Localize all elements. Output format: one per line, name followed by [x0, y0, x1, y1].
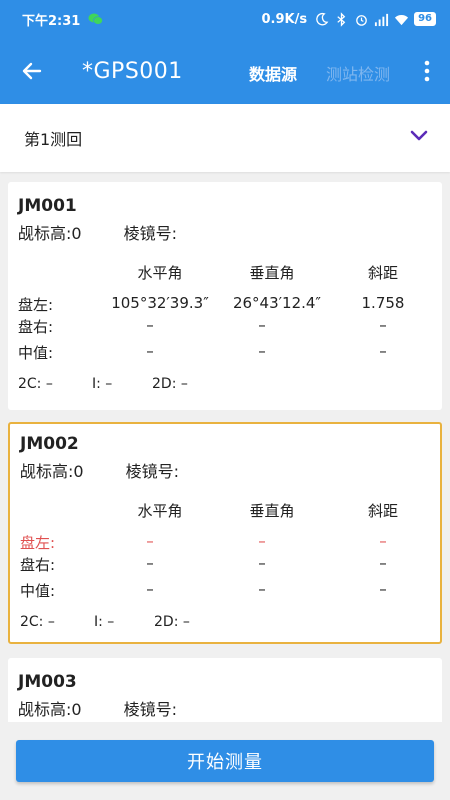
point-card-jm001[interactable]: JM001 觇标高:0 棱镜号: 水平角 垂直角 斜距 盘左: 105°32′3… [8, 182, 442, 410]
right-horizontal-angle: – [146, 554, 154, 572]
row-label-left: 盘左: [20, 534, 56, 552]
col-header-slope-distance: 斜距 [367, 502, 398, 520]
mid-slope-distance: – [379, 580, 387, 598]
chevron-down-icon[interactable] [410, 130, 428, 142]
more-options-icon[interactable] [424, 60, 430, 82]
mid-vertical-angle: – [258, 580, 266, 598]
status-bar: 下午2:31 0.9K/s 96 [0, 0, 450, 38]
col-header-vertical-angle: 垂直角 [249, 502, 295, 520]
i-value: I: – [92, 376, 113, 392]
row-label-right: 盘右: [20, 556, 56, 574]
right-slope-distance: – [379, 316, 387, 334]
moon-icon [316, 12, 329, 25]
round-selector[interactable]: 第1测回 [0, 104, 450, 172]
right-horizontal-angle: – [146, 316, 154, 334]
two-d-value: 2D: – [154, 614, 190, 630]
prism-number: 棱镜号: [123, 224, 177, 243]
row-label-mid: 中值: [18, 344, 54, 362]
row-label-right: 盘右: [18, 318, 54, 336]
col-header-horizontal-angle: 水平角 [137, 264, 183, 282]
target-height: 觇标高:0 [18, 700, 82, 719]
signal-icon [375, 13, 389, 26]
right-slope-distance: – [379, 554, 387, 572]
bluetooth-icon [337, 11, 346, 27]
left-horizontal-angle: 105°32′39.3″ [111, 294, 209, 312]
target-height: 觇标高:0 [18, 224, 82, 243]
measurement-grid: 水平角 垂直角 斜距 盘左: 105°32′39.3″ 26°43′12.4″ … [18, 262, 442, 372]
two-c-value: 2C: – [20, 614, 55, 630]
row-label-mid: 中值: [20, 582, 56, 600]
round-selector-value: 第1测回 [24, 130, 83, 149]
start-measurement-button[interactable]: 开始测量 [16, 740, 434, 782]
col-header-horizontal-angle: 水平角 [137, 502, 183, 520]
two-d-value: 2D: – [152, 376, 188, 392]
i-value: I: – [94, 614, 115, 630]
back-arrow-icon[interactable] [20, 59, 44, 83]
left-slope-distance: – [379, 532, 387, 550]
mid-slope-distance: – [379, 342, 387, 360]
left-vertical-angle: – [258, 532, 266, 550]
point-id: JM002 [20, 434, 79, 454]
station-check-button[interactable]: 测站检测 [326, 61, 390, 85]
mid-horizontal-angle: – [146, 580, 154, 598]
alarm-icon [356, 14, 367, 26]
right-vertical-angle: – [258, 554, 266, 572]
prism-number: 棱镜号: [125, 462, 179, 481]
point-id: JM001 [18, 196, 77, 216]
wechat-icon [88, 13, 104, 25]
network-speed: 0.9K/s [261, 11, 308, 27]
prism-number: 棱镜号: [123, 700, 177, 719]
left-horizontal-angle: – [146, 532, 154, 550]
point-card-jm002[interactable]: JM002 觇标高:0 棱镜号: 水平角 垂直角 斜距 盘左: – – – 盘右… [8, 422, 442, 644]
measurement-grid: 水平角 垂直角 斜距 盘左: – – – 盘右: – – – 中值: – – – [20, 500, 440, 610]
mid-horizontal-angle: – [146, 342, 154, 360]
data-source-button[interactable]: 数据源 [249, 61, 297, 85]
status-time: 下午2:31 [22, 13, 81, 29]
wifi-icon [395, 14, 409, 25]
two-c-value: 2C: – [18, 376, 53, 392]
app-bar: *GPS001 数据源 测站检测 [0, 38, 450, 104]
mid-vertical-angle: – [258, 342, 266, 360]
left-vertical-angle: 26°43′12.4″ [232, 294, 322, 312]
battery-level: 96 [414, 12, 436, 26]
col-header-vertical-angle: 垂直角 [249, 264, 295, 282]
col-header-slope-distance: 斜距 [367, 264, 398, 282]
point-id: JM003 [18, 672, 77, 692]
page-title: *GPS001 [82, 58, 183, 84]
row-label-left: 盘左: [18, 296, 54, 314]
right-vertical-angle: – [258, 316, 266, 334]
left-slope-distance: 1.758 [361, 294, 405, 312]
target-height: 觇标高:0 [20, 462, 84, 481]
